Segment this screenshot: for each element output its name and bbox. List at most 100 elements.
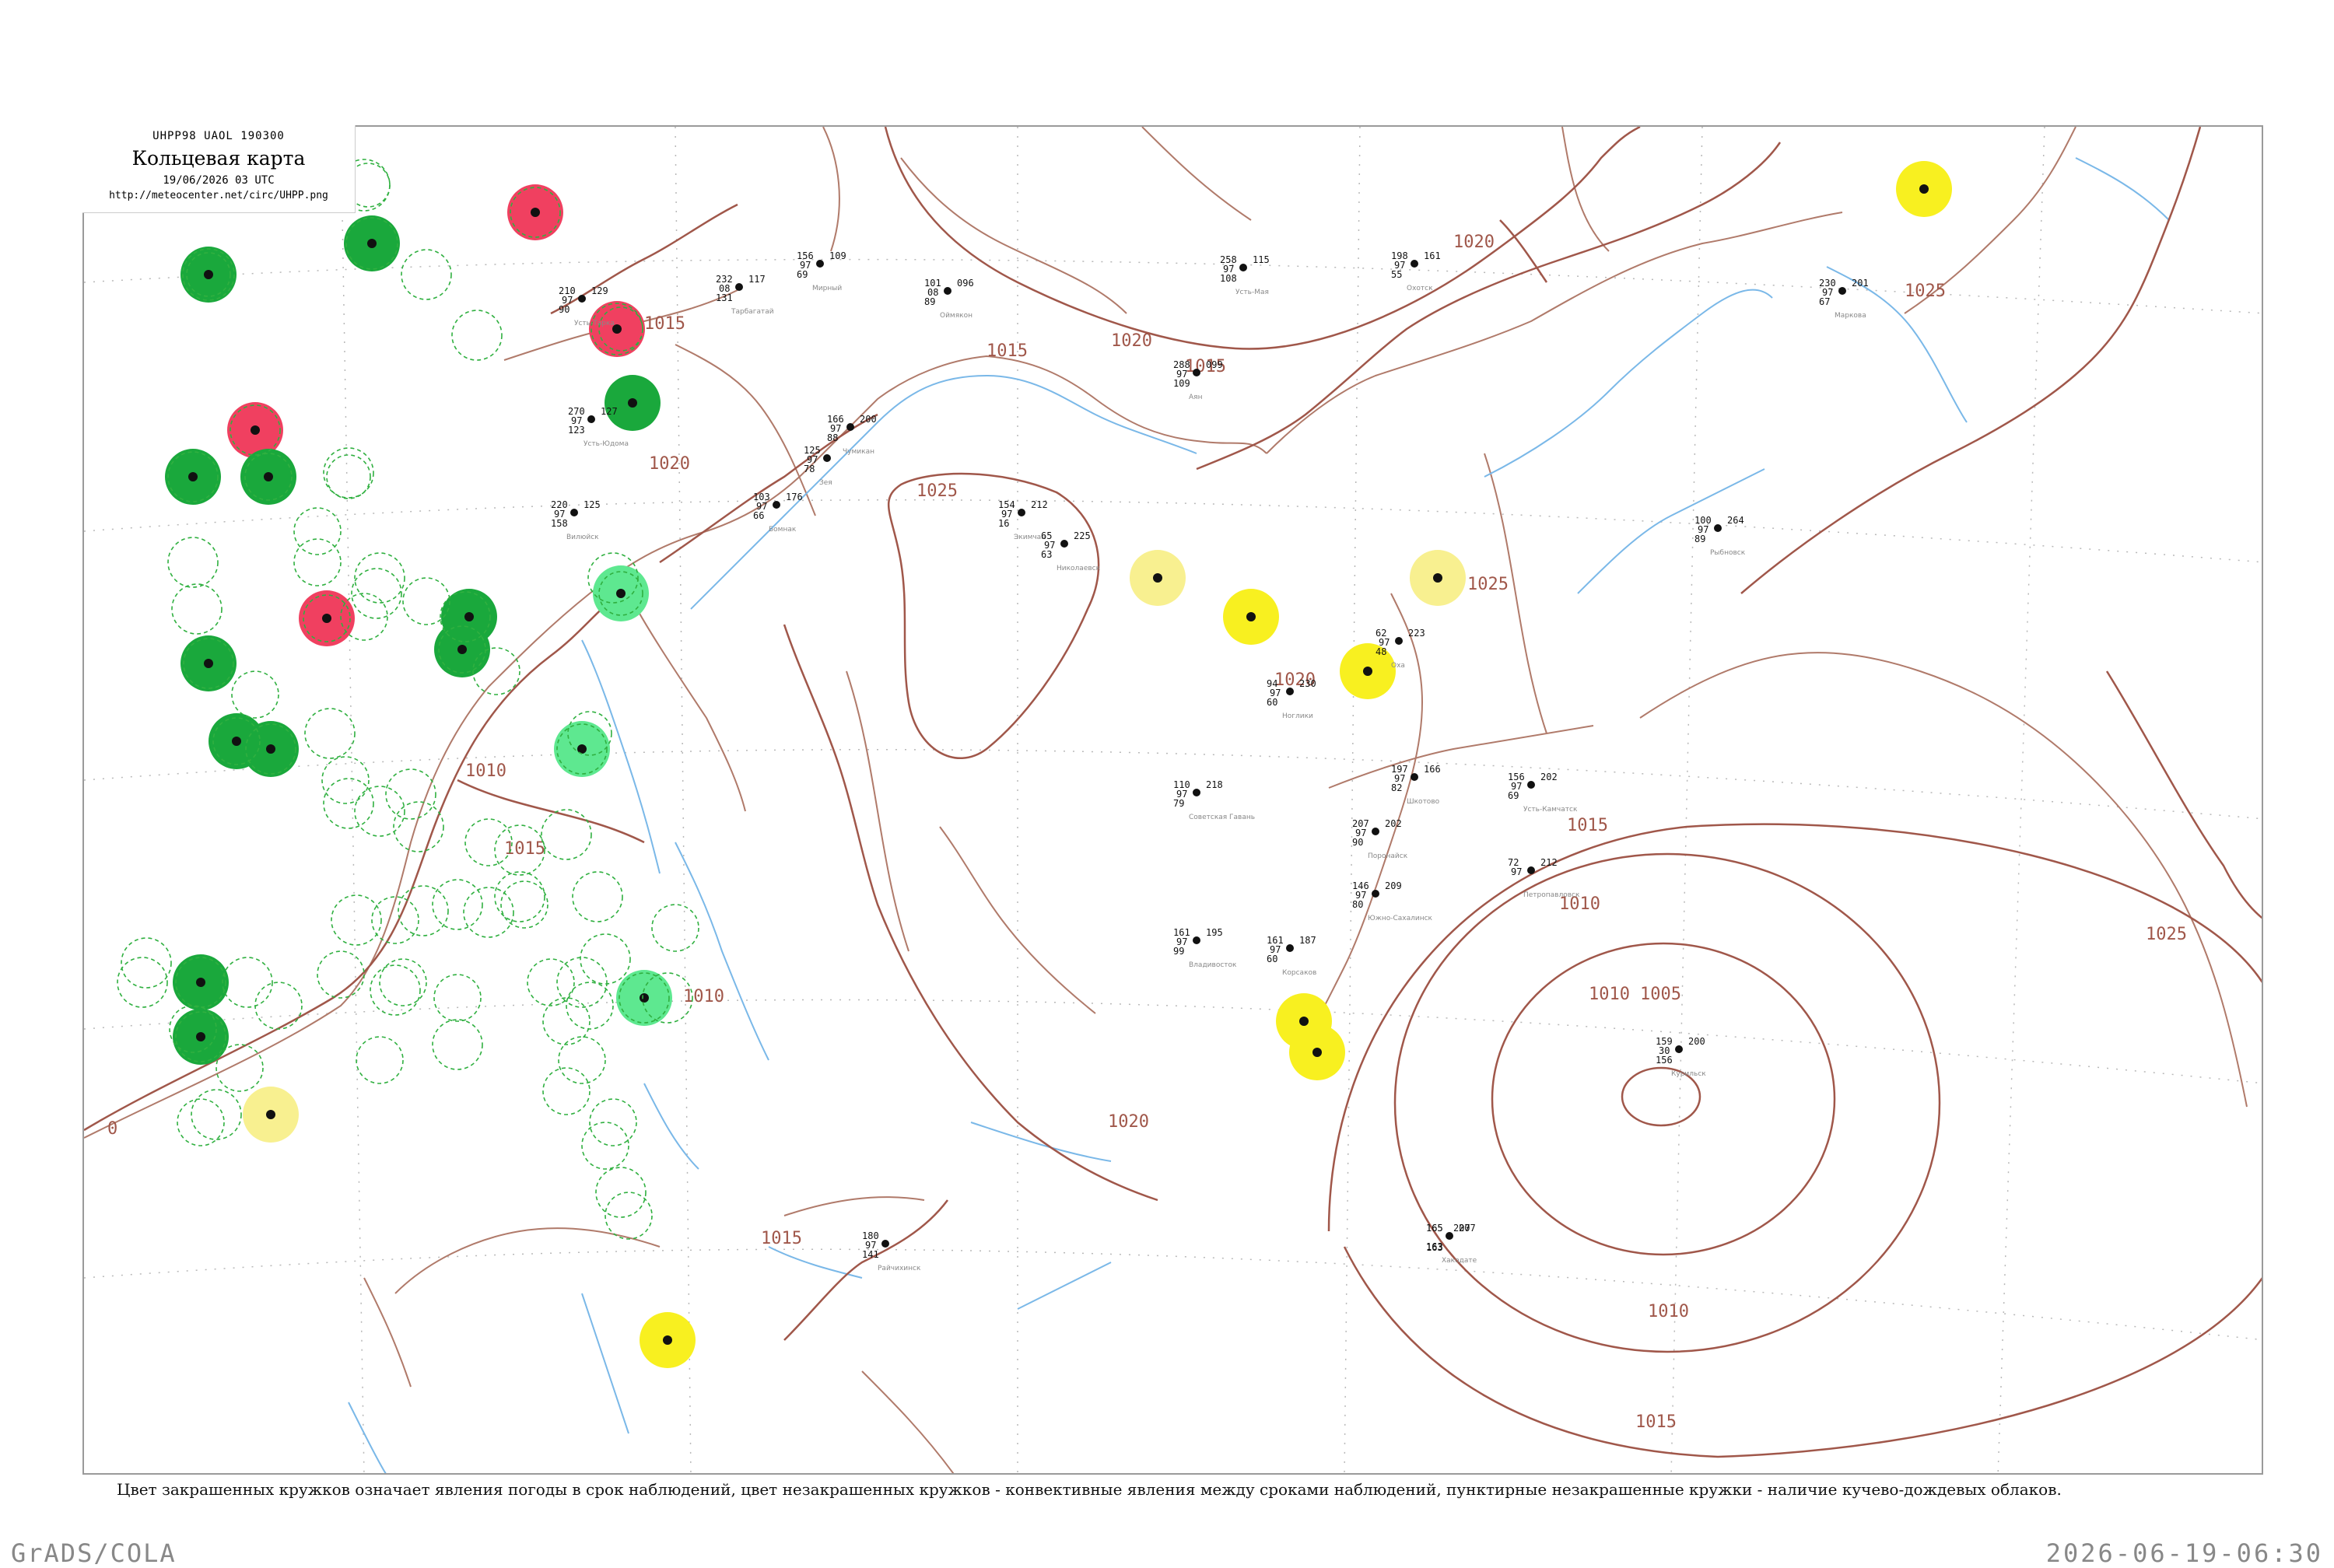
station-name: Корсаков xyxy=(1282,969,1316,977)
station-pressure: 127 xyxy=(601,406,618,417)
station-marker xyxy=(251,425,260,435)
station-pressure: 200 xyxy=(1688,1036,1705,1047)
station-dewpoint: 69 xyxy=(1508,790,1519,801)
station-dewpoint: 16 xyxy=(998,518,1009,529)
station-name: Вилюйск xyxy=(566,534,599,541)
station-plot[interactable] xyxy=(1372,890,1379,898)
station-marker xyxy=(1060,540,1068,548)
footer-timestamp: 2026-06-19-06:30 xyxy=(2045,1538,2323,1568)
station-plot[interactable] xyxy=(1527,866,1535,874)
isobar-label: 1020 xyxy=(1111,331,1152,351)
station-marker xyxy=(1193,789,1200,796)
station-marker xyxy=(1193,369,1200,376)
station-marker xyxy=(1239,264,1247,271)
station-pressure: 212 xyxy=(1540,857,1558,868)
station-plot[interactable] xyxy=(846,423,854,431)
map-url[interactable]: http://meteocenter.net/circ/UHPP.png xyxy=(82,190,355,201)
station-marker xyxy=(232,737,241,746)
station-plot[interactable] xyxy=(816,260,824,268)
station-plot[interactable] xyxy=(1193,369,1200,376)
station-pressure: 202 xyxy=(1385,818,1402,829)
station-plot[interactable] xyxy=(1527,781,1535,789)
station-dewpoint: 60 xyxy=(1267,954,1277,964)
station-name: Усть-Мая xyxy=(1235,289,1269,296)
isobar-label: 1020 xyxy=(649,454,690,474)
station-dewpoint: 78 xyxy=(804,464,815,474)
station-dewpoint: 82 xyxy=(1391,782,1402,793)
station-dewpoint: 88 xyxy=(827,432,838,443)
isobar-label: 1010 xyxy=(465,761,506,781)
station-marker xyxy=(266,744,275,754)
station-plot[interactable] xyxy=(587,415,595,423)
station-plot[interactable] xyxy=(1193,936,1200,944)
footer-software: GrADS/COLA xyxy=(11,1538,177,1568)
station-plot[interactable] xyxy=(1446,1232,1453,1240)
station-plot[interactable] xyxy=(1286,688,1294,695)
station-name: Владивосток xyxy=(1189,961,1237,969)
station-dewpoint: 156 xyxy=(1656,1055,1673,1066)
station-plot[interactable] xyxy=(735,283,743,291)
station-pressure: 125 xyxy=(584,499,601,510)
station-pressure: 202 xyxy=(1540,772,1558,782)
station-marker xyxy=(204,270,213,279)
station-marker xyxy=(578,295,586,303)
station-marker xyxy=(196,978,205,987)
station-plot[interactable] xyxy=(570,509,578,516)
station-marker xyxy=(640,993,649,1003)
station-marker xyxy=(1527,866,1535,874)
station-marker xyxy=(531,208,540,217)
station-name: Хакодате xyxy=(1442,1257,1477,1265)
station-dewpoint: 67 xyxy=(1819,296,1830,307)
station-plot[interactable] xyxy=(1193,789,1200,796)
station-plot[interactable] xyxy=(1018,509,1025,516)
station-plot[interactable] xyxy=(1411,260,1418,268)
station-dewpoint: 66 xyxy=(753,510,764,521)
station-plot[interactable] xyxy=(823,454,831,462)
station-name: Шкотово xyxy=(1407,798,1440,806)
station-name: Южно-Сахалинск xyxy=(1368,915,1433,922)
station-plot[interactable] xyxy=(881,1240,889,1248)
station-plot[interactable] xyxy=(1411,773,1418,781)
station-marker xyxy=(1286,688,1294,695)
isobars xyxy=(84,127,2262,1458)
station-marker xyxy=(616,589,626,598)
station-plot[interactable] xyxy=(1395,637,1403,645)
isobar-label: 1015 xyxy=(987,341,1028,361)
station-dewpoint: 158 xyxy=(551,518,568,529)
station-marker xyxy=(1675,1045,1683,1053)
synoptic-map[interactable]: 1020 1015 1025 1020 1020 1015 1025 1025 … xyxy=(84,127,2263,1475)
station-dewpoint: 69 xyxy=(797,269,808,280)
station-name: Усть-Тарка xyxy=(574,320,615,327)
station-plot[interactable] xyxy=(773,501,780,509)
station-dewpoint: 55 xyxy=(1391,269,1402,280)
station-marker xyxy=(663,1335,672,1345)
station-plot[interactable] xyxy=(578,295,586,303)
station-pressure: 209 xyxy=(1385,880,1402,891)
station-pressure: 218 xyxy=(1206,779,1223,790)
station-dewpoint: 89 xyxy=(924,296,935,307)
station-plot[interactable] xyxy=(944,287,951,295)
station-name: Усть-Камчатск xyxy=(1523,806,1578,814)
station-plot[interactable] xyxy=(1714,524,1722,532)
station-marker xyxy=(1838,287,1846,295)
station-visibility: 97 xyxy=(1511,866,1522,877)
isobar-1025-blob xyxy=(887,472,1100,759)
station-plot[interactable] xyxy=(1372,828,1379,835)
station-marker xyxy=(773,501,780,509)
station-plot[interactable] xyxy=(1286,944,1294,952)
station-pressure: 187 xyxy=(1299,935,1316,946)
isobar-label: 1025 xyxy=(916,481,958,501)
station-dewpoint: 48 xyxy=(1376,646,1386,657)
station-plot[interactable] xyxy=(1675,1045,1683,1053)
map-frame[interactable]: 1020 1015 1025 1020 1020 1015 1025 1025 … xyxy=(82,125,2263,1475)
station-marker xyxy=(1714,524,1722,532)
station-name: Райчихинск xyxy=(878,1265,921,1272)
station-plot[interactable] xyxy=(1060,540,1068,548)
station-dewpoint: 108 xyxy=(1220,273,1237,284)
station-marker xyxy=(846,423,854,431)
station-text: 163 xyxy=(1426,1242,1443,1253)
station-plot[interactable] xyxy=(1838,287,1846,295)
station-marker xyxy=(196,1032,205,1041)
station-plot[interactable] xyxy=(1239,264,1247,271)
station-name: Зея xyxy=(819,479,832,487)
